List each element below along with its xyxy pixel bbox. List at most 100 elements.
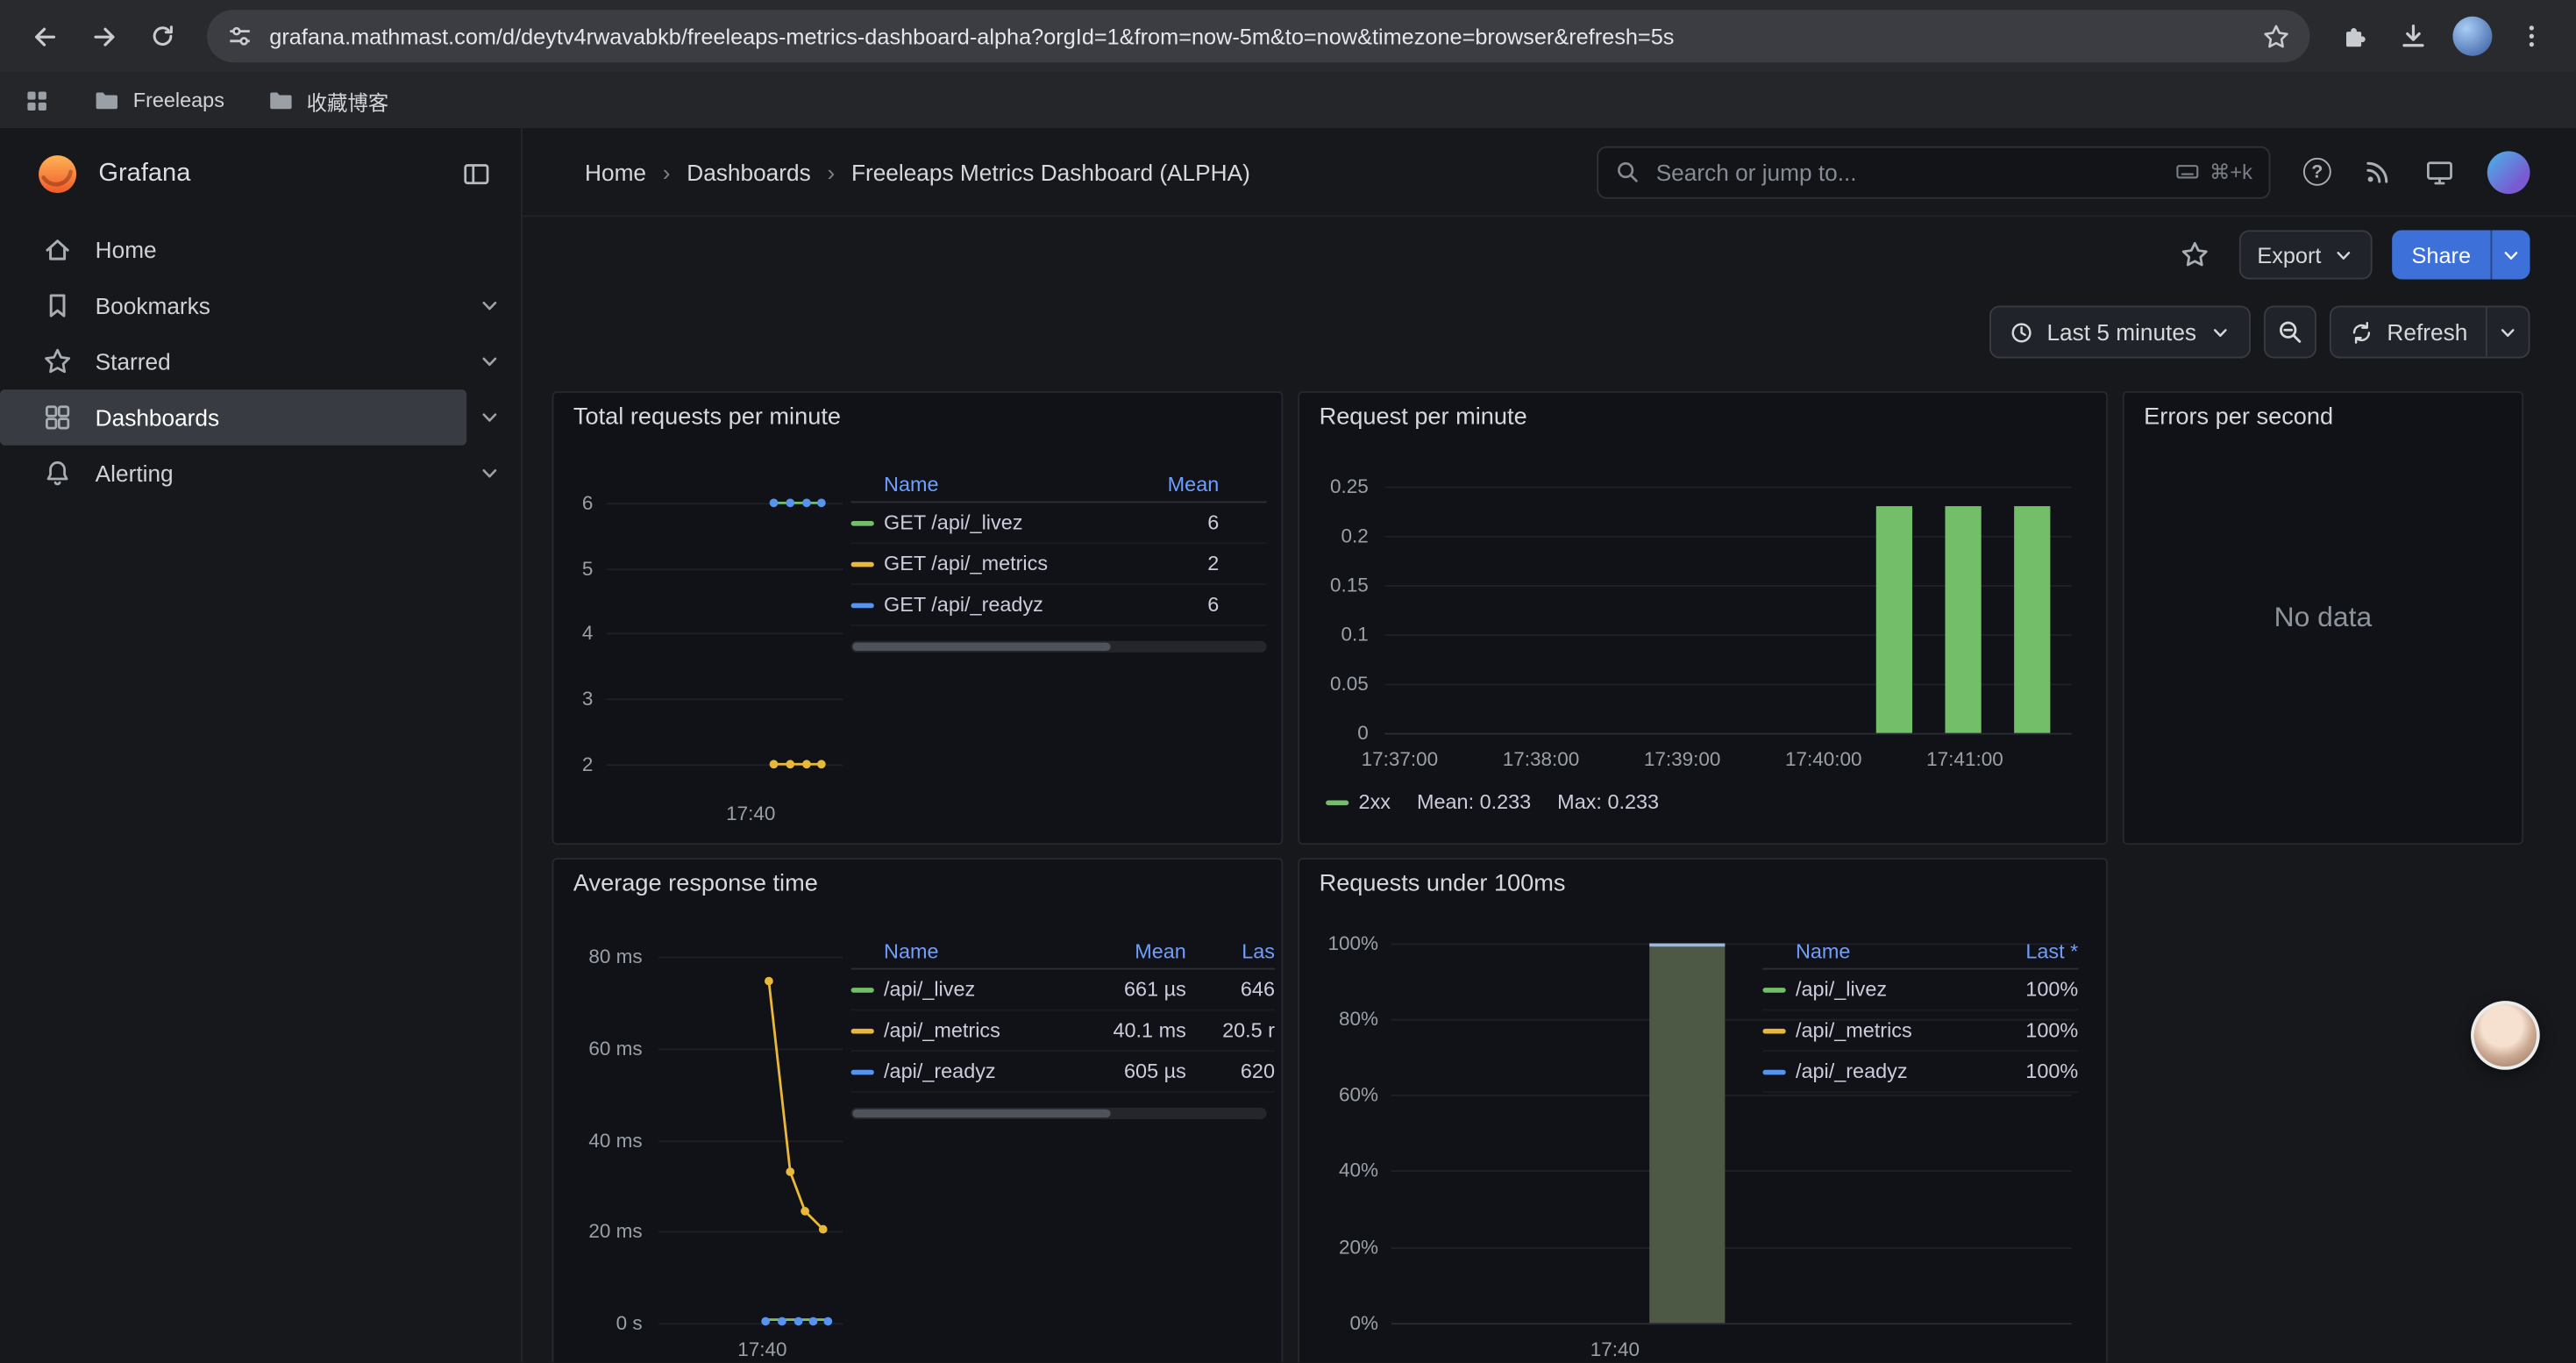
legend-row[interactable]: /api/_livez661 µs646	[851, 969, 1275, 1010]
refresh-button[interactable]: Refresh	[2331, 307, 2486, 356]
legend-scrollbar[interactable]	[851, 1108, 1267, 1119]
legend-header-name[interactable]: Name	[851, 473, 1137, 496]
search-input[interactable]	[1653, 157, 2162, 187]
line-chart-plot[interactable]	[658, 942, 843, 1345]
dashboards-icon	[43, 403, 73, 432]
legend-row[interactable]: GET /api/_livez6	[851, 503, 1267, 544]
extensions-icon[interactable]	[2326, 8, 2382, 64]
apps-grid-icon[interactable]	[23, 86, 51, 114]
legend-row[interactable]: /api/_metrics100%	[1762, 1010, 2078, 1052]
help-icon[interactable]: ?	[2303, 158, 2331, 186]
chevron-down-icon[interactable]	[478, 350, 501, 373]
export-button[interactable]: Export	[2239, 230, 2373, 279]
series-color-swatch	[851, 520, 874, 525]
browser-toolbar: grafana.mathmast.com/d/deytv4rwavabkb/fr…	[0, 0, 2576, 72]
search-icon	[1615, 160, 1640, 184]
series-color-swatch	[1762, 1069, 1785, 1074]
url-bar[interactable]: grafana.mathmast.com/d/deytv4rwavabkb/fr…	[207, 10, 2309, 62]
profile-avatar[interactable]	[2444, 8, 2501, 64]
sidebar-item-dashboards[interactable]: Dashboards	[0, 389, 521, 446]
sidebar-item-bookmarks[interactable]: Bookmarks	[0, 278, 521, 334]
search-box[interactable]: ⌘+k	[1597, 146, 2270, 198]
chevron-down-icon	[2497, 321, 2518, 342]
legend-row[interactable]: /api/_readyz100%	[1762, 1052, 2078, 1093]
x-tick: 17:38:00	[1503, 748, 1580, 771]
no-data-message: No data	[2124, 602, 2522, 634]
bookmark-folder-blogs[interactable]: 收藏博客	[267, 84, 389, 116]
time-range-picker[interactable]: Last 5 minutes	[1989, 306, 2251, 359]
legend-row[interactable]: /api/_livez100%	[1762, 969, 2078, 1010]
breadcrumb-separator: ›	[663, 159, 671, 185]
y-tick: 0.2	[1309, 525, 1368, 547]
chevron-down-icon[interactable]	[478, 294, 501, 317]
legend-header-mean[interactable]: Mean	[1081, 939, 1186, 962]
site-info-icon[interactable]	[227, 23, 253, 49]
panel-requests-under-100ms: Requests under 100ms 100% 80% 60% 40% 20…	[1298, 858, 2108, 1362]
bookmark-star-icon[interactable]	[2262, 22, 2290, 50]
bar-chart-plot[interactable]	[1385, 475, 2072, 738]
monitor-icon[interactable]	[2425, 157, 2455, 187]
series-color-swatch	[1762, 1028, 1785, 1033]
series-color-swatch	[851, 1069, 874, 1074]
chevron-down-icon[interactable]	[478, 462, 501, 485]
bar	[1649, 944, 1725, 1324]
zoom-out-button[interactable]	[2264, 306, 2316, 359]
share-button[interactable]: Share	[2392, 230, 2490, 279]
time-controls: Last 5 minutes Refresh	[1989, 306, 2530, 359]
chevron-down-icon[interactable]	[478, 406, 501, 429]
breadcrumb-dashboards[interactable]: Dashboards	[687, 159, 810, 185]
bookmark-folder-freeleaps[interactable]: Freeleaps	[94, 87, 224, 113]
floating-avatar[interactable]	[2471, 1001, 2540, 1070]
panel-title: Total requests per minute	[573, 404, 841, 431]
legend-table: NameMeanLas /api/_livez661 µs646 /api/_m…	[851, 933, 1275, 1093]
legend-scrollbar[interactable]	[851, 641, 1267, 653]
sidebar-item-alerting[interactable]: Alerting	[0, 446, 521, 502]
legend-row[interactable]: /api/_metrics40.1 ms20.5 r	[851, 1010, 1275, 1052]
x-tick: 17:37:00	[1362, 748, 1439, 771]
legend-header-last[interactable]: Last *	[1986, 939, 2078, 962]
grafana-logo	[36, 152, 79, 195]
sidebar-item-starred[interactable]: Starred	[0, 333, 521, 389]
dashboard-actions: Export Share	[523, 217, 2576, 292]
y-tick: 6	[564, 491, 594, 514]
url-text[interactable]: grafana.mathmast.com/d/deytv4rwavabkb/fr…	[269, 24, 2245, 48]
refresh-interval-button[interactable]	[2486, 307, 2529, 356]
y-tick: 0.1	[1309, 623, 1368, 646]
sidebar-item-label: Home	[96, 237, 157, 263]
y-tick: 60%	[1309, 1083, 1378, 1106]
legend-item-2xx[interactable]: 2xx	[1326, 790, 1391, 813]
legend-row[interactable]: /api/_readyz605 µs620	[851, 1052, 1275, 1093]
legend-row[interactable]: GET /api/_metrics2	[851, 544, 1267, 585]
back-button[interactable]	[17, 8, 73, 64]
sidebar-collapse-icon[interactable]	[462, 159, 492, 189]
y-tick: 0.25	[1309, 475, 1368, 497]
news-rss-icon[interactable]	[2364, 158, 2392, 186]
breadcrumb-home[interactable]: Home	[585, 159, 646, 185]
legend: 2xx Mean: 0.233 Max: 0.233	[1326, 790, 1659, 813]
panel-title: Requests under 100ms	[1320, 871, 1566, 897]
sidebar-item-label: Bookmarks	[96, 293, 210, 319]
export-label: Export	[2257, 242, 2321, 267]
legend-row[interactable]: GET /api/_readyz6	[851, 585, 1267, 626]
browser-menu-icon[interactable]	[2504, 8, 2560, 64]
x-tick: 17:40	[726, 802, 775, 824]
chevron-down-icon	[2210, 321, 2231, 342]
legend-header-name[interactable]: Name	[851, 939, 1081, 962]
y-tick: 40 ms	[564, 1129, 643, 1152]
reload-button[interactable]	[135, 8, 191, 64]
forward-button[interactable]	[75, 8, 132, 64]
legend-header-name[interactable]: Name	[1762, 939, 1986, 962]
keyboard-icon	[2175, 160, 2200, 184]
downloads-icon[interactable]	[2386, 8, 2442, 64]
legend-header-last[interactable]: Las	[1186, 939, 1275, 962]
legend-header-mean[interactable]: Mean	[1137, 473, 1220, 496]
favorite-star-icon[interactable]	[2170, 230, 2219, 279]
brand-title: Grafana	[98, 159, 442, 189]
y-tick: 0.15	[1309, 574, 1368, 596]
share-menu-button[interactable]	[2491, 230, 2530, 279]
screen: grafana.mathmast.com/d/deytv4rwavabkb/fr…	[0, 0, 2576, 1363]
series-color-swatch	[1326, 800, 1348, 805]
user-avatar[interactable]	[2487, 150, 2530, 193]
line-chart-plot[interactable]	[606, 483, 843, 779]
sidebar-item-home[interactable]: Home	[0, 222, 521, 278]
